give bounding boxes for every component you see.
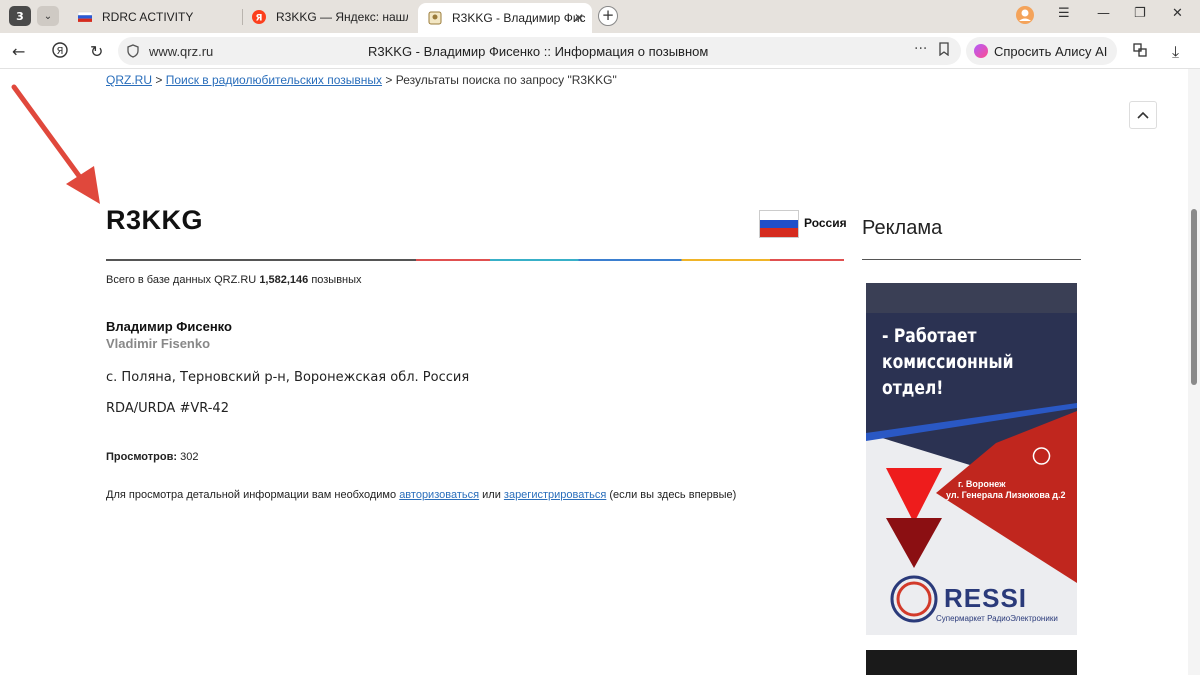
login-note: Для просмотра детальной информации вам н… [106, 489, 736, 501]
new-tab-plus-icon[interactable]: + [598, 6, 618, 26]
tab-label: RDRC ACTIVITY [102, 10, 194, 24]
login-note-suffix: (если вы здесь впервые) [609, 489, 737, 501]
operator-address: с. Поляна, Терновский р-н, Воронежская о… [106, 370, 470, 385]
tab-yandex-search[interactable]: Я R3KKG — Яндекс: нашлось [252, 5, 408, 29]
breadcrumb-separator: > [155, 73, 163, 87]
operator-name-ru: Владимир Фисенко [106, 319, 232, 334]
views-value: 302 [180, 451, 199, 463]
scroll-up-chevron-icon[interactable] [1129, 101, 1157, 129]
svg-text:Я: Я [256, 14, 263, 24]
breadcrumb-current: Результаты поиска по запросу "R3KKG" [395, 73, 617, 87]
page-title-in-bar: R3KKG - Владимир Фисенко :: Информация о… [368, 43, 709, 59]
ad-banner-headline: - Работает комиссионный отдел! [882, 323, 1014, 401]
alice-icon [974, 44, 988, 58]
heading-divider [106, 259, 844, 261]
page-scrollbar[interactable] [1188, 69, 1200, 675]
profile-avatar-icon[interactable] [1015, 5, 1035, 29]
db-count-value: 1,582,146 [259, 274, 309, 286]
ad-banner-street: ул. Генерала Лизюкова д.2 [946, 490, 1066, 500]
annotation-arrow-icon [11, 84, 100, 204]
yandex-icon: Я [252, 10, 266, 24]
tab-bar: 3 ⌄ RDRC ACTIVITY Я R3KKG — Яндекс: нашл… [0, 0, 1200, 33]
yandex-home-icon[interactable]: Я [52, 42, 68, 62]
ad-banner-subtitle: Супермаркет РадиоЭлектроники [936, 614, 1058, 623]
tab-list-chevron-icon[interactable]: ⌄ [37, 6, 59, 26]
back-arrow-icon[interactable]: ← [12, 42, 25, 61]
tab-counter[interactable]: 3 [9, 6, 31, 26]
ad-banner-line3: отдел! [882, 377, 944, 399]
database-count: Всего в базе данных QRZ.RU 1,582,146 поз… [106, 274, 362, 286]
register-link[interactable]: зарегистрироваться [504, 489, 606, 501]
window-close-icon[interactable]: ✕ [1172, 6, 1183, 21]
reload-icon[interactable]: ↻ [90, 42, 103, 61]
ad-banner[interactable]: - Работает комиссионный отдел! г. Вороне… [866, 283, 1077, 635]
breadcrumb-search-link[interactable]: Поиск в радиолюбительских позывных [166, 73, 382, 87]
views-counter: Просмотров: 302 [106, 451, 198, 463]
extensions-icon[interactable] [1132, 42, 1148, 62]
restore-icon[interactable]: ❐ [1134, 6, 1146, 21]
ads-divider [862, 259, 1081, 260]
ad-banner-line1: - Работает [882, 325, 977, 347]
more-dots-icon[interactable]: ··· [914, 41, 927, 57]
close-icon[interactable]: ✕ [574, 11, 584, 25]
scrollbar-thumb[interactable] [1191, 209, 1197, 385]
tab-separator [242, 9, 243, 25]
tab-label: R3KKG - Владимир Фис [452, 11, 586, 25]
callsign-heading: R3KKG [106, 205, 204, 235]
url-box[interactable]: www.qrz.ru R3KKG - Владимир Фисенко :: И… [118, 37, 961, 65]
views-label: Просмотров: [106, 451, 178, 463]
ask-alice-button[interactable]: Спросить Алису AI [966, 37, 1117, 65]
ads-heading: Реклама [862, 217, 943, 239]
ad-banner-line2: комиссионный [882, 351, 1014, 373]
breadcrumb-separator: > [385, 73, 393, 87]
login-note-prefix: Для просмотра детальной информации вам н… [106, 489, 397, 501]
bookmark-icon[interactable] [938, 42, 950, 60]
url-text[interactable]: www.qrz.ru [149, 44, 213, 59]
breadcrumb-home-link[interactable]: QRZ.RU [106, 73, 152, 87]
qrz-favicon-icon [428, 11, 442, 25]
db-count-prefix: Всего в базе данных QRZ.RU [106, 274, 257, 286]
tab-rdrc-activity[interactable]: RDRC ACTIVITY [78, 5, 238, 29]
db-count-suffix: позывных [311, 274, 362, 286]
operator-name-en: Vladimir Fisenko [106, 336, 211, 351]
menu-icon[interactable]: ☰ [1058, 6, 1070, 21]
shield-icon[interactable] [126, 44, 140, 58]
tab-label: R3KKG — Яндекс: нашлось [276, 10, 408, 24]
russia-flag-icon [78, 11, 92, 22]
svg-text:Я: Я [57, 46, 64, 57]
ask-alice-label: Спросить Алису AI [994, 43, 1108, 59]
rda-code: RDA/URDA #VR-42 [106, 401, 229, 416]
ad-banner-brand: RESSI [944, 583, 1028, 613]
login-link[interactable]: авторизоваться [399, 489, 479, 501]
ad-banner-city: г. Воронеж [958, 479, 1006, 489]
ad-banner-second[interactable] [866, 650, 1077, 675]
address-bar: ← Я ↻ www.qrz.ru R3KKG - Владимир Фисенк… [0, 33, 1200, 69]
breadcrumb: QRZ.RU > Поиск в радиолюбительских позыв… [106, 73, 617, 87]
country-label: Россия [804, 216, 847, 230]
download-icon[interactable]: ⤓ [1172, 42, 1179, 62]
page-content: QRZ.RU > Поиск в радиолюбительских позыв… [0, 69, 1188, 675]
tab-qrz-active[interactable]: R3KKG - Владимир Фис ✕ [418, 3, 592, 33]
minimize-icon[interactable]: — [1097, 6, 1110, 21]
russia-flag-icon [759, 210, 799, 238]
login-note-or: или [482, 489, 501, 501]
